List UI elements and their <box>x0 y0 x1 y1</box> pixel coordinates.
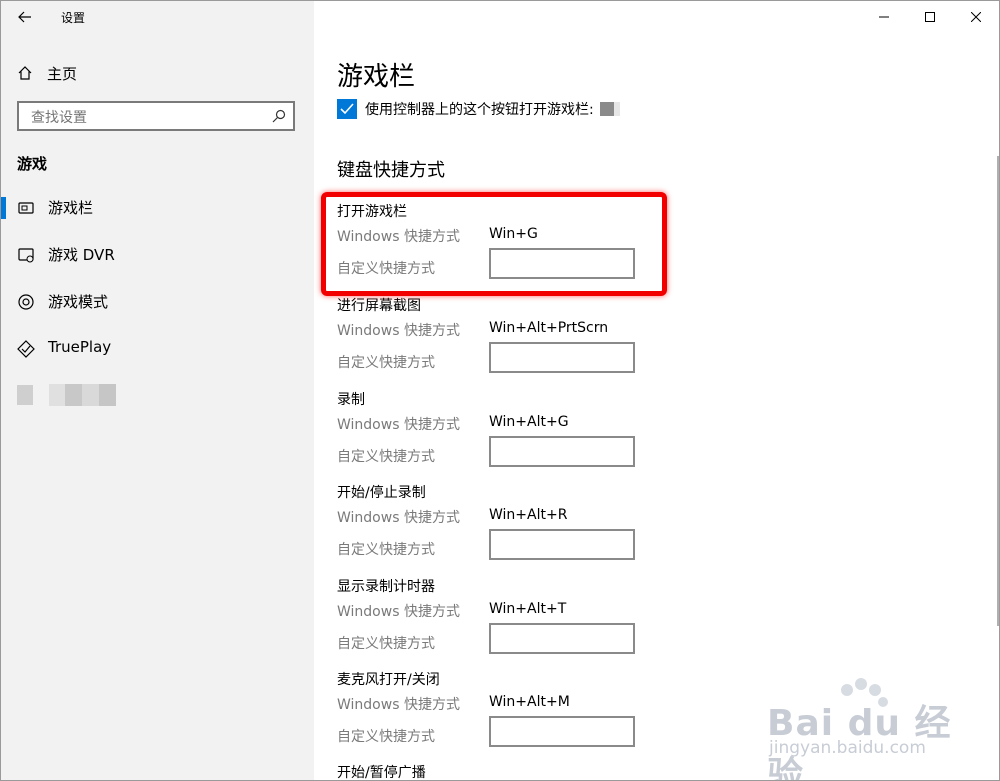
controller-button-checkbox[interactable] <box>337 99 357 119</box>
main-content: 游戏栏 使用控制器上的这个按钮打开游戏栏: 键盘快捷方式 打开游戏栏 Windo… <box>314 1 999 780</box>
checkmark-icon <box>340 103 354 115</box>
home-link[interactable]: 主页 <box>17 61 77 85</box>
app-title: 设置 <box>61 11 86 25</box>
shortcut-group-screenshot: 进行屏幕截图 Windows 快捷方式 Win+Alt+PrtScrn 自定义快… <box>337 295 757 388</box>
custom-shortcut-input[interactable] <box>489 716 635 747</box>
shortcut-name: 开始/停止录制 <box>337 485 426 501</box>
custom-shortcut-label: 自定义快捷方式 <box>337 542 435 558</box>
close-button[interactable] <box>953 1 999 33</box>
shortcut-name: 开始/暂停广播 <box>337 765 426 781</box>
shortcut-group-start-stop-recording: 开始/停止录制 Windows 快捷方式 Win+Alt+R 自定义快捷方式 <box>337 482 757 575</box>
windows-shortcut-label: Windows 快捷方式 <box>337 323 460 339</box>
game-mode-icon <box>18 294 34 310</box>
sidebar-item-label: TruePlay <box>48 338 112 356</box>
section-title: 游戏 <box>17 155 48 173</box>
shortcut-group-recording-timer: 显示录制计时器 Windows 快捷方式 Win+Alt+T 自定义快捷方式 <box>337 576 757 669</box>
custom-shortcut-label: 自定义快捷方式 <box>337 729 435 745</box>
windows-shortcut-label: Windows 快捷方式 <box>337 697 460 713</box>
windows-shortcut-value: Win+Alt+PrtScrn <box>489 320 609 336</box>
controller-button-glyph <box>599 102 614 116</box>
shortcut-group-record: 录制 Windows 快捷方式 Win+Alt+G 自定义快捷方式 <box>337 389 757 482</box>
shortcut-group-microphone: 麦克风打开/关闭 Windows 快捷方式 Win+Alt+M 自定义快捷方式 <box>337 669 757 762</box>
shortcut-name: 显示录制计时器 <box>337 579 435 595</box>
search-box[interactable] <box>17 101 295 131</box>
custom-shortcut-input[interactable] <box>489 342 635 373</box>
minimize-button[interactable] <box>861 1 907 33</box>
shortcut-name: 录制 <box>337 392 365 408</box>
windows-shortcut-value: Win+Alt+G <box>489 414 569 430</box>
windows-shortcut-value: Win+Alt+T <box>489 601 567 617</box>
title-bar: 设置 <box>1 1 314 33</box>
blurred-icon <box>17 385 33 405</box>
scrollbar[interactable] <box>997 156 999 626</box>
keyboard-shortcuts-title: 键盘快捷方式 <box>337 160 445 181</box>
windows-shortcut-label: Windows 快捷方式 <box>337 604 460 620</box>
sidebar-item-trueplay[interactable]: TruePlay <box>1 328 314 368</box>
controller-button-option[interactable]: 使用控制器上的这个按钮打开游戏栏: <box>337 99 620 119</box>
checkbox-label: 使用控制器上的这个按钮打开游戏栏: <box>365 102 594 118</box>
windows-shortcut-label: Windows 快捷方式 <box>337 510 460 526</box>
custom-shortcut-label: 自定义快捷方式 <box>337 449 435 465</box>
maximize-icon <box>925 12 935 22</box>
home-icon <box>18 66 32 80</box>
custom-shortcut-label: 自定义快捷方式 <box>337 636 435 652</box>
close-icon <box>971 12 981 22</box>
game-dvr-icon <box>18 248 34 263</box>
shortcut-name: 进行屏幕截图 <box>337 298 421 314</box>
search-input[interactable] <box>29 107 263 129</box>
watermark-url: jingyan.baidu.com <box>769 738 926 758</box>
custom-shortcut-label: 自定义快捷方式 <box>337 355 435 371</box>
controller-button-glyph-fade <box>613 102 620 116</box>
baidu-watermark: Bai du 经验 jingyan.baidu.com <box>767 676 977 780</box>
shortcut-name: 麦克风打开/关闭 <box>337 672 440 688</box>
trueplay-icon <box>17 340 35 358</box>
windows-shortcut-value: Win+Alt+M <box>489 694 570 710</box>
page-title: 游戏栏 <box>337 62 416 92</box>
sidebar: 设置 主页 游戏 游戏栏 <box>1 1 314 780</box>
sidebar-item-game-dvr[interactable]: 游戏 DVR <box>1 234 314 274</box>
maximize-button[interactable] <box>907 1 953 33</box>
sidebar-item-label: 游戏栏 <box>48 199 94 217</box>
custom-shortcut-input[interactable] <box>489 436 635 467</box>
minimize-icon <box>879 16 889 18</box>
back-button[interactable] <box>13 5 37 29</box>
settings-window: 设置 主页 游戏 游戏栏 <box>0 0 1000 781</box>
custom-shortcut-input[interactable] <box>489 529 635 560</box>
sidebar-item-label: 游戏 DVR <box>48 246 115 264</box>
home-label: 主页 <box>47 64 78 83</box>
sidebar-item-label: 游戏模式 <box>48 293 109 311</box>
windows-shortcut-value: Win+Alt+R <box>489 507 568 523</box>
back-arrow-icon <box>18 11 31 23</box>
sidebar-item-game-bar[interactable]: 游戏栏 <box>1 187 314 227</box>
search-icon[interactable] <box>271 108 287 124</box>
blurred-item[interactable] <box>49 384 116 406</box>
game-bar-icon <box>18 202 34 214</box>
highlight-annotation <box>321 192 667 296</box>
windows-shortcut-label: Windows 快捷方式 <box>337 417 460 433</box>
custom-shortcut-input[interactable] <box>489 623 635 654</box>
sidebar-item-game-mode[interactable]: 游戏模式 <box>1 281 314 321</box>
window-controls <box>861 1 999 33</box>
